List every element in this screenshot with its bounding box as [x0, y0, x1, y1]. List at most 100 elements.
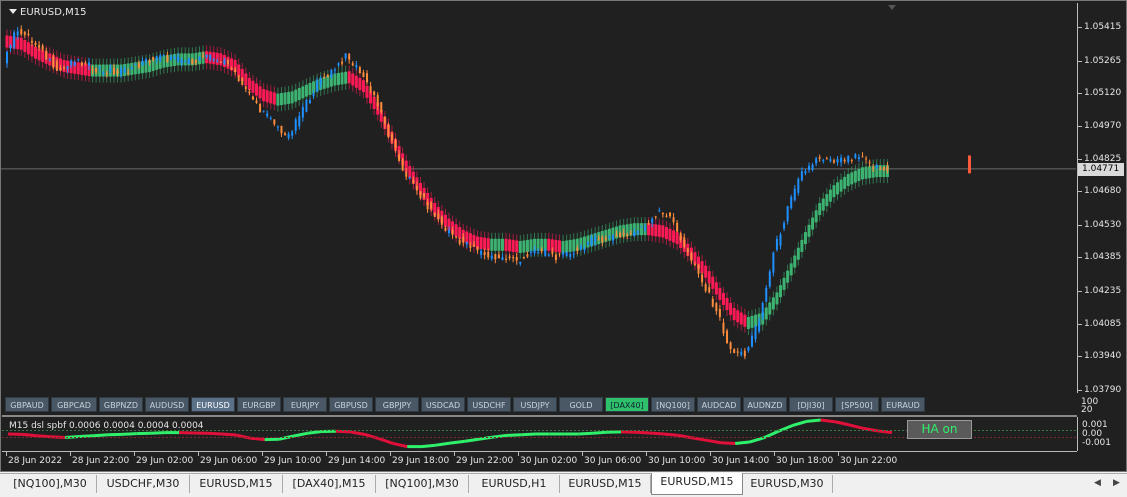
chart-tab[interactable]: [NQ100],M30 — [376, 475, 469, 493]
price-candle — [441, 217, 443, 225]
symbol-button[interactable]: [DJI30] — [789, 397, 833, 412]
price-candle — [698, 265, 700, 274]
symbol-button[interactable]: [DAX40] — [605, 397, 649, 412]
indicator-line-segment — [821, 420, 835, 422]
symbol-buttons-bar: GBPAUDGBPCADGBPNZDAUDUSDEURUSDEURGBPEURJ… — [5, 397, 925, 413]
price-candle — [67, 66, 69, 68]
price-candle — [277, 126, 279, 127]
ha-candle — [358, 78, 361, 90]
indicator-line-segment — [507, 435, 521, 436]
chart-tab[interactable]: EURUSD,H1 — [469, 475, 560, 493]
price-candle — [231, 68, 233, 69]
ha-candle — [483, 238, 486, 250]
ha-candle — [790, 263, 793, 275]
upper-scale-20: 20 — [1081, 406, 1092, 415]
ha-candle — [665, 227, 668, 239]
ha-candle — [854, 171, 857, 183]
chart-tab[interactable]: [DAX40],M15 — [283, 475, 376, 493]
price-candle — [437, 214, 439, 220]
price-candle — [220, 62, 222, 63]
price-candle — [644, 227, 646, 229]
chart-tab[interactable]: EURUSD,M15 — [560, 475, 651, 493]
time-axis[interactable]: 28 Jun 202228 Jun 22:0029 Jun 02:0029 Ju… — [2, 451, 1077, 470]
price-label: 1.05265 — [1084, 56, 1121, 66]
symbol-button[interactable]: GBPUSD — [329, 397, 373, 412]
price-scale[interactable]: 1.054151.052651.051201.049701.048251.046… — [1077, 3, 1127, 393]
indicator-line-segment — [450, 441, 464, 443]
symbol-button[interactable]: EURJPY — [283, 397, 327, 412]
ha-candle — [825, 194, 828, 206]
price-candle — [769, 272, 771, 287]
chart-tab[interactable]: [NQ100],M30 — [4, 475, 97, 493]
chart-tab[interactable]: EURUSD,M15 — [190, 475, 283, 493]
price-candle — [77, 59, 79, 60]
price-candle — [587, 242, 589, 245]
price-candle — [829, 159, 831, 161]
price-tick — [1078, 126, 1082, 127]
indicator-line-segment — [835, 422, 849, 425]
symbol-button[interactable]: EURUSD — [191, 397, 235, 412]
symbol-button[interactable]: USDJPY — [513, 397, 557, 412]
tabs-scroll-right-icon[interactable]: ▶ — [1113, 478, 1120, 488]
price-candle — [548, 255, 550, 256]
symbol-button[interactable]: GBPCAD — [51, 397, 97, 412]
indicator-line-segment — [792, 421, 806, 425]
symbol-button[interactable]: [SP500] — [835, 397, 879, 412]
price-candle — [330, 70, 332, 77]
ha-candle — [786, 271, 789, 283]
chart-shift-marker-icon[interactable] — [888, 5, 896, 10]
price-candle — [498, 255, 500, 259]
ha-candle — [747, 317, 750, 329]
ha-candle — [326, 76, 329, 88]
price-candle — [70, 61, 72, 65]
chart-tab[interactable]: EURUSD,M30 — [742, 475, 833, 493]
symbol-button[interactable]: GBPAUD — [5, 397, 49, 412]
symbol-button[interactable]: [NQ100] — [651, 397, 695, 412]
indicator-line-segment — [250, 438, 264, 439]
price-candle — [391, 134, 393, 141]
time-tick — [326, 452, 327, 456]
price-candle — [883, 167, 885, 170]
price-candle — [448, 230, 450, 233]
symbol-button[interactable]: EURAUD — [881, 397, 925, 412]
symbol-button[interactable]: EURGBP — [237, 397, 281, 412]
symbol-button[interactable]: GBPNZD — [99, 397, 143, 412]
indicator-scale[interactable]: 0.001 0.00 -0.001 — [1077, 417, 1127, 451]
price-candle — [102, 72, 104, 73]
price-candle — [858, 157, 860, 159]
ha-candle — [708, 271, 711, 283]
chart-tab[interactable]: EURUSD,M15 — [651, 473, 743, 495]
price-candle — [765, 288, 767, 302]
symbol-button[interactable]: GBPJPY — [375, 397, 419, 412]
tabs-scroll-left-icon[interactable]: ◀ — [1094, 478, 1101, 488]
ha-candle — [294, 90, 297, 102]
symbol-button[interactable]: GOLD — [559, 397, 603, 412]
ha-candle — [455, 224, 458, 236]
symbol-button[interactable]: USDCHF — [467, 397, 511, 412]
ha-candle — [850, 172, 853, 184]
time-tick — [646, 452, 647, 456]
symbol-button[interactable]: USDCAD — [421, 397, 465, 412]
price-candle — [484, 252, 486, 255]
ha-candle — [20, 38, 23, 50]
indicator-line-segment — [464, 439, 478, 441]
symbol-button[interactable]: AUDNZD — [743, 397, 787, 412]
symbol-button[interactable]: AUDCAD — [697, 397, 741, 412]
price-candle — [776, 239, 778, 250]
ha-candle — [865, 167, 868, 179]
price-candle — [213, 59, 215, 60]
price-label: 1.04385 — [1084, 252, 1121, 262]
price-candle — [804, 171, 806, 173]
ha-candle — [558, 240, 561, 252]
ha-toggle-button[interactable]: HA on — [907, 420, 972, 439]
ha-candle — [305, 85, 308, 97]
ha-candle — [255, 84, 258, 96]
time-label: 29 Jun 02:00 — [136, 456, 193, 466]
price-label: 1.05415 — [1084, 22, 1121, 32]
price-candle — [163, 55, 165, 56]
price-chart[interactable] — [1, 3, 1076, 395]
price-candle — [174, 57, 176, 59]
chart-tab[interactable]: USDCHF,M30 — [97, 475, 190, 493]
chart-window[interactable]: EURUSD,M15 1.054151.052651.051201.049701… — [0, 0, 1127, 472]
symbol-button[interactable]: AUDUSD — [145, 397, 189, 412]
